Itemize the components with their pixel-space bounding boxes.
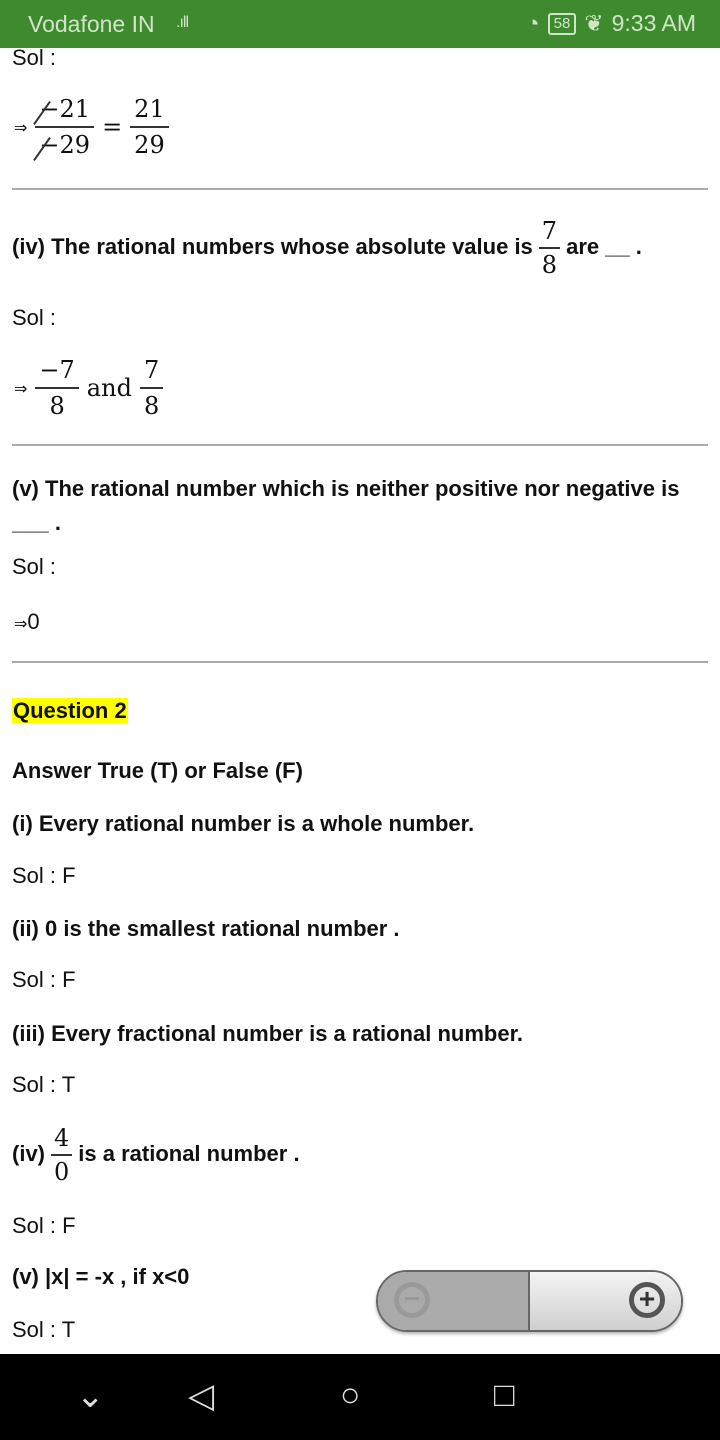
zoom-out-icon: − — [394, 1282, 430, 1318]
implies-arrow: ⇒ — [14, 378, 28, 398]
sol-answer: Sol : T — [12, 1072, 76, 1097]
sol-answer: Sol : T — [12, 1317, 76, 1342]
leaf-icon: ❦ — [584, 10, 604, 36]
fraction: 40 — [51, 1122, 73, 1188]
denominator: 8 — [541, 251, 558, 279]
numerator: 4 — [51, 1122, 73, 1156]
sol-label: Sol : — [12, 305, 57, 330]
sol-answer: Sol : F — [12, 1213, 76, 1238]
divider — [12, 661, 708, 663]
denominator: 29 — [134, 131, 165, 159]
sol-label: Sol : — [12, 554, 57, 579]
sol-answer: Sol : F — [12, 863, 76, 888]
implies-arrow: ⇒ — [14, 117, 28, 137]
instruction: Answer True (T) or False (F) — [12, 758, 303, 783]
numerator: 21 — [59, 95, 91, 123]
numerator: 21 — [130, 92, 169, 128]
solution-v: ⇒0 — [14, 608, 40, 638]
question-text: (iv) — [12, 1140, 45, 1166]
question-item: (iv) 4 0 is a rational number . — [12, 1122, 300, 1188]
numerator: 7 — [538, 215, 561, 249]
question-text: are __ . — [566, 233, 642, 259]
question-v: (v) The rational number which is neither… — [12, 472, 708, 540]
signal-icon: .ıll — [176, 14, 189, 31]
divider — [12, 188, 708, 190]
home-icon[interactable]: ○ — [340, 1376, 361, 1415]
denominator: 8 — [49, 392, 65, 420]
hide-keyboard-icon[interactable]: ⌄ — [76, 1376, 105, 1416]
struck-minus: − — [39, 131, 60, 159]
solution-math: ⇒ −7 8 and 78 — [14, 353, 164, 423]
question-item: (ii) 0 is the smallest rational number . — [12, 916, 400, 941]
struck-minus: − — [39, 95, 60, 123]
zoom-out-button[interactable]: − — [378, 1272, 530, 1330]
zoom-control: − + — [376, 1270, 683, 1332]
numerator: −7 — [35, 353, 79, 389]
question-text: (v) The rational number which is neither… — [12, 476, 680, 501]
fraction: 78 — [139, 353, 164, 423]
recents-icon[interactable]: □ — [494, 1376, 515, 1415]
question-2-heading: Question 2 — [12, 698, 128, 723]
equals: = — [102, 113, 123, 141]
zoom-in-icon: + — [629, 1282, 665, 1318]
fraction: 78 — [538, 215, 561, 281]
divider — [12, 444, 708, 446]
zoom-in-button[interactable]: + — [530, 1272, 681, 1330]
clock: 9:33 AM — [611, 10, 696, 36]
back-icon[interactable]: ◁ — [188, 1376, 214, 1416]
fraction: −7 8 — [35, 353, 79, 423]
question-item: (iii) Every fractional number is a ratio… — [12, 1021, 524, 1046]
question-iv: (iv) The rational numbers whose absolute… — [12, 215, 642, 281]
data-saver-icon: ◔ — [525, 10, 540, 36]
solution-math: ⇒ −21 −29 = 21 29 — [14, 92, 169, 162]
sol-answer: Sol : F — [12, 967, 76, 992]
battery-icon: 58 — [547, 12, 577, 35]
fraction: 21 29 — [130, 92, 169, 162]
fraction: −21 −29 — [35, 92, 95, 162]
implies-arrow: ⇒ — [14, 614, 28, 633]
carrier-name: Vodafone IN — [28, 11, 155, 37]
question-item: (v) |x| = -x , if x<0 — [12, 1264, 190, 1289]
sol-label: Sol : — [12, 45, 57, 70]
denominator: 29 — [59, 131, 91, 159]
and-text: and — [86, 374, 132, 402]
question-item: (i) Every rational number is a whole num… — [12, 811, 475, 836]
question-text: (iv) The rational numbers whose absolute… — [12, 233, 533, 259]
denominator: 8 — [143, 392, 160, 420]
status-bar: Vodafone IN .ıll ◔ 58 ❦ 9:33 AM — [0, 0, 720, 48]
numerator: 7 — [139, 353, 164, 389]
question-text: is a rational number . — [78, 1140, 300, 1166]
answer: 0 — [27, 609, 40, 634]
denominator: 0 — [54, 1158, 70, 1186]
blank: ___ . — [12, 510, 61, 535]
navigation-bar: ⌄ ◁ ○ □ — [0, 1354, 720, 1440]
